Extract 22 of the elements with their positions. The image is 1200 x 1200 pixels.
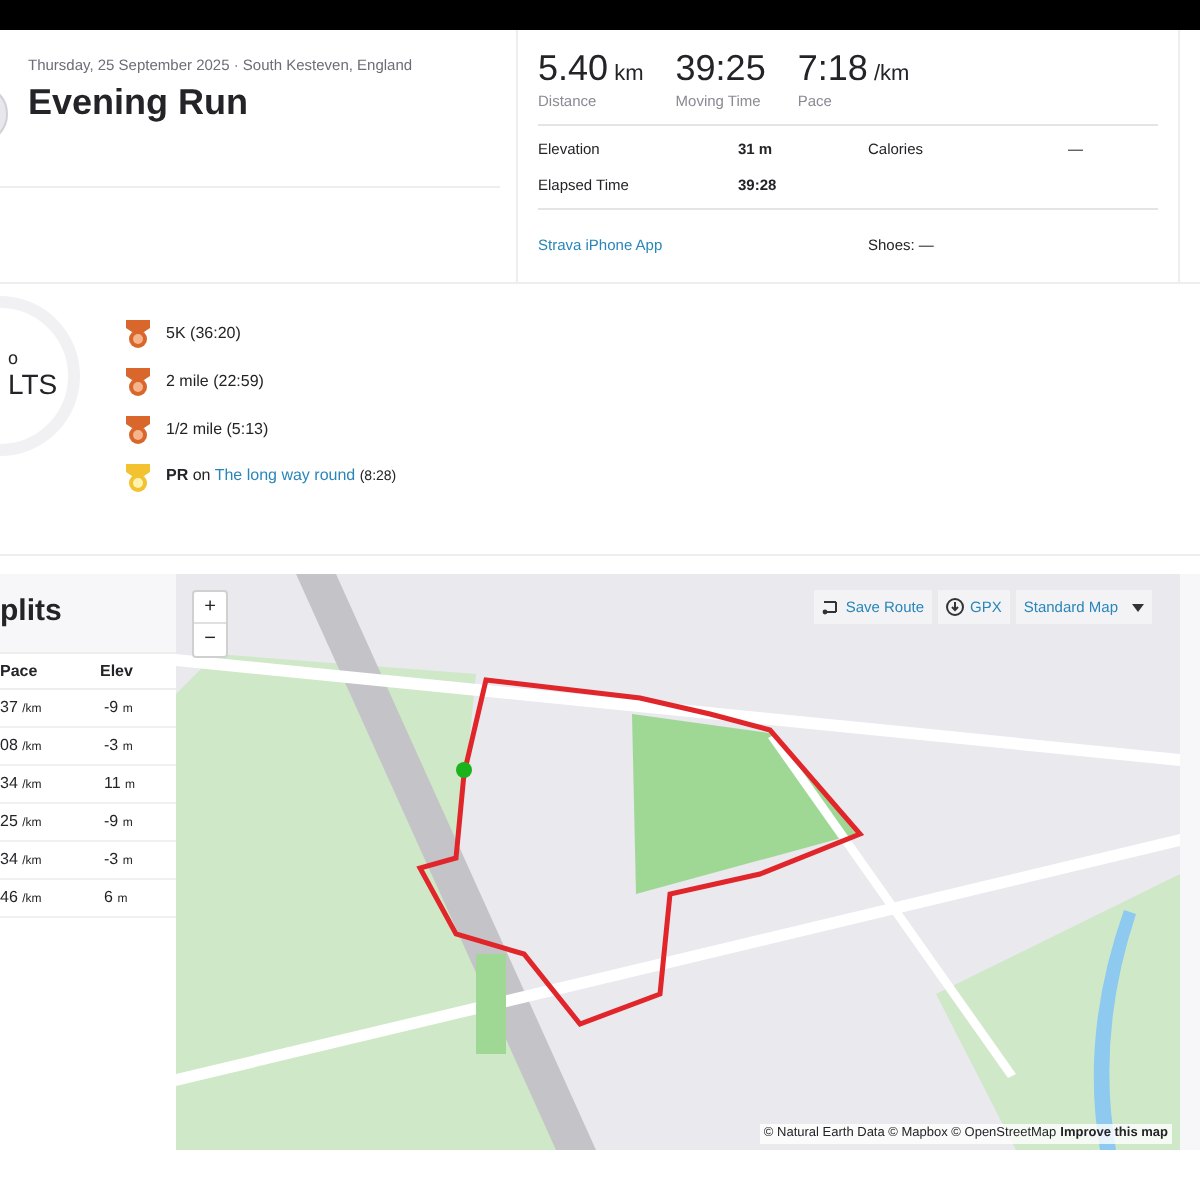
segment-link[interactable]: The long way round xyxy=(214,466,356,485)
medal-icon xyxy=(124,413,152,445)
zoom-in-button[interactable]: + xyxy=(194,592,226,624)
zoom-out-button[interactable]: − xyxy=(194,624,226,656)
stat-value: 5.40 km xyxy=(538,50,644,86)
download-icon xyxy=(946,598,965,616)
achievement-text: 1/2 mile (5:13) xyxy=(166,417,269,441)
results-count: o xyxy=(8,349,19,368)
medal-icon xyxy=(124,461,152,493)
achievement-text: 2 mile (22:59) xyxy=(166,369,264,393)
achievement-text: 5K (36:20) xyxy=(166,321,241,345)
route-icon xyxy=(821,598,840,616)
column-header: Elev xyxy=(100,659,135,683)
medal-icon xyxy=(124,317,152,349)
column-header: Pace xyxy=(0,659,40,683)
medal-icon xyxy=(124,365,152,397)
caret-icon xyxy=(1132,603,1144,611)
results-label: LTS xyxy=(8,367,58,403)
activity-title: Evening Run xyxy=(28,80,251,126)
splits-title: plits xyxy=(0,592,62,633)
stat-value: 7:18 /km xyxy=(797,50,910,86)
stat-value: 39:25 xyxy=(675,50,766,86)
